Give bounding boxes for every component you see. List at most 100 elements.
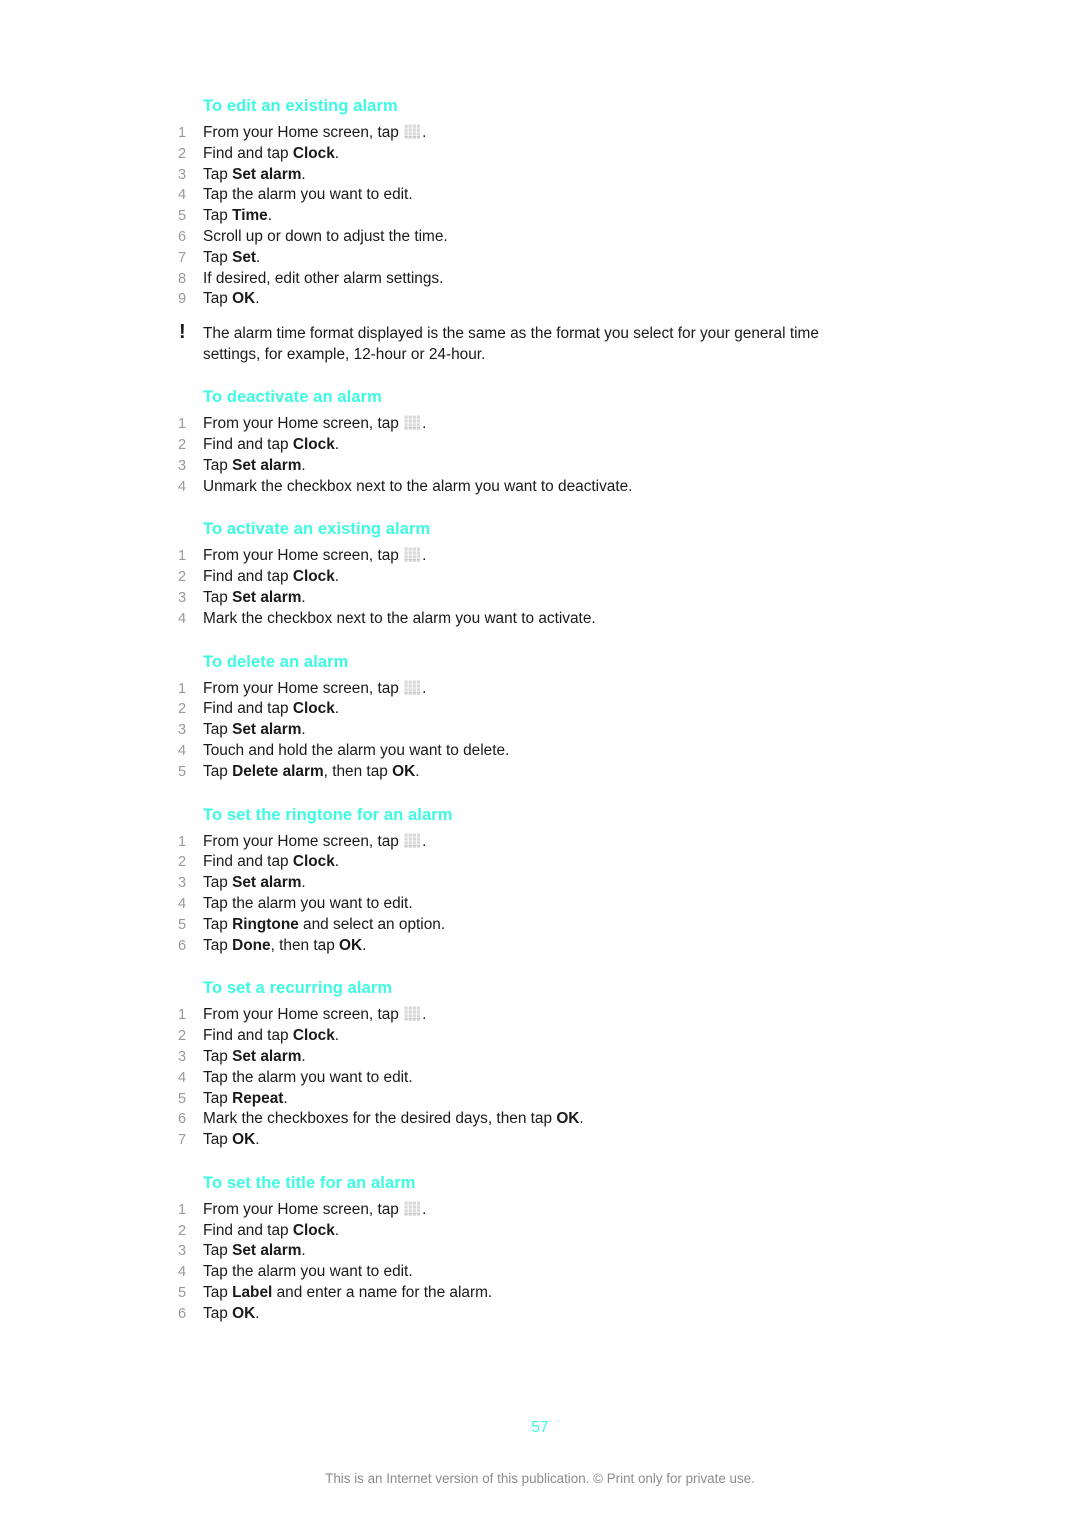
step-text-run: . [255,290,260,308]
instruction-section: To set the title for an alarm 1 From your … [178,1173,878,1347]
step-list: 1 From your Home screen, tap . 2 Find and t… [178,679,878,783]
step-number: 7 [178,1132,187,1149]
step-item: 2 Find and tap Clock. [178,1026,878,1047]
step-number: 6 [178,937,187,954]
page-number: 57 [531,1419,549,1436]
step-text: Tap OK. [203,1131,259,1148]
step-text: Tap Label and enter a name for the alarm… [203,1284,492,1301]
step-item: 7 Tap Set. [178,248,878,269]
step-text-run: . [301,1047,306,1065]
step-text-run: Tap [203,456,233,474]
step-item: 4 Tap the alarm you want to edit. [178,894,878,915]
step-text: Tap Repeat. [203,1090,288,1107]
step-number: 4 [178,1069,187,1086]
note-text: The alarm time format displayed is the s… [203,325,819,364]
step-text-run: From your Home screen, tap [203,547,404,565]
step-number: 6 [178,1305,187,1322]
step-text-run: Find and tap [203,1221,293,1239]
step-text: Tap OK. [203,290,259,307]
ui-term: Time [232,207,268,225]
step-number: 1 [178,548,187,565]
step-text: From your Home screen, tap . [203,1200,426,1218]
ui-term: Clock [292,853,335,871]
ui-term: OK [392,762,416,780]
instruction-section: To deactivate an alarm 1 From your Home sc… [178,387,878,519]
step-item: 6 Scroll up or down to adjust the time. [178,227,878,248]
step-number: 1 [178,125,187,141]
step-text: Scroll up or down to adjust the time. [203,228,448,245]
step-text: Tap Delete alarm, then tap OK. [203,763,419,780]
step-text-run: . [301,721,306,739]
step-text: Find and tap Clock. [203,568,339,585]
step-text: From your Home screen, tap . [203,1006,426,1023]
step-item: 1 From your Home screen, tap . [178,414,878,435]
app-drawer-grid-icon [404,832,422,849]
ui-term: Set alarm [232,721,302,739]
step-text-run: Tap the alarm you want to edit. [203,894,413,912]
step-text-run: Find and tap [203,144,293,162]
step-number: 3 [178,1243,187,1260]
step-text-run: Tap [203,248,233,266]
step-text-run: From your Home screen, tap [203,832,404,850]
step-text: Tap the alarm you want to edit. [203,1069,413,1086]
step-text-run: . [301,874,306,892]
step-number: 1 [178,1201,187,1218]
step-item: 6 Tap OK. [178,1304,878,1325]
step-item: 4 Mark the checkbox next to the alarm you… [178,609,878,630]
ui-term: Clock [292,568,335,586]
step-item: 4 Tap the alarm you want to edit. [178,185,878,206]
step-text-run: . [256,248,261,266]
step-number: 8 [178,270,187,287]
step-item: 6 Tap Done, then tap OK. [178,936,878,957]
step-list: 1 From your Home screen, tap . 2 Find and t… [178,832,878,957]
section-heading: To set the title for an alarm [203,1173,416,1192]
step-text-run: . [283,1089,288,1107]
ui-term: OK [232,1131,256,1149]
step-text: Tap OK. [203,1305,259,1322]
step-number: 3 [178,722,187,739]
ui-term: Clock [292,1221,335,1239]
step-number: 2 [178,1222,187,1239]
step-number: 2 [178,145,187,162]
step-item: 3 Tap Set alarm. [178,720,878,741]
ui-term: Set [232,248,257,266]
step-number: 3 [178,166,187,183]
step-text: Tap the alarm you want to edit. [203,895,413,912]
step-text: Find and tap Clock. [203,436,339,453]
ui-term: OK [232,290,256,308]
step-text: Tap Set alarm. [203,1048,306,1065]
step-item: 9 Tap OK. [178,289,878,310]
step-text-run: . [422,1006,427,1024]
instruction-section: To activate an existing alarm 1 From your … [178,519,878,651]
step-number: 7 [178,249,187,266]
step-text: Tap the alarm you want to edit. [203,1263,413,1280]
step-text-run: Tap the alarm you want to edit. [203,1068,413,1086]
document-page: To edit an existing alarm 1 From your Home… [0,0,1080,1527]
step-number: 4 [178,610,187,627]
step-text-run: Find and tap [203,1027,293,1045]
step-text: Find and tap Clock. [203,145,339,162]
step-text-run: Tap [203,1047,233,1065]
section-heading: To set the ringtone for an alarm [203,805,453,824]
step-text-run: Tap [203,1131,233,1149]
step-number: 1 [178,1007,187,1024]
app-drawer-grid-icon [404,1006,422,1023]
step-text: From your Home screen, tap . [203,124,426,141]
step-item: 5 Tap Delete alarm, then tap OK. [178,762,878,783]
step-text-run: . [334,700,340,718]
step-text: Mark the checkboxes for the desired days… [203,1110,584,1127]
step-number: 5 [178,1285,187,1302]
step-text-run: Tap [203,290,233,308]
ui-term: OK [556,1110,580,1128]
step-text: Tap Ringtone and select an option. [203,916,445,933]
step-item: 4 Touch and hold the alarm you want to de… [178,741,878,762]
app-drawer-grid-icon [404,547,422,564]
step-item: 1 From your Home screen, tap . [178,1005,878,1026]
step-item: 5 Tap Repeat. [178,1089,878,1110]
step-text-run: . [334,435,340,453]
step-text: Tap Set alarm. [203,1242,306,1259]
step-text-run: If desired, edit other alarm settings. [203,269,444,287]
